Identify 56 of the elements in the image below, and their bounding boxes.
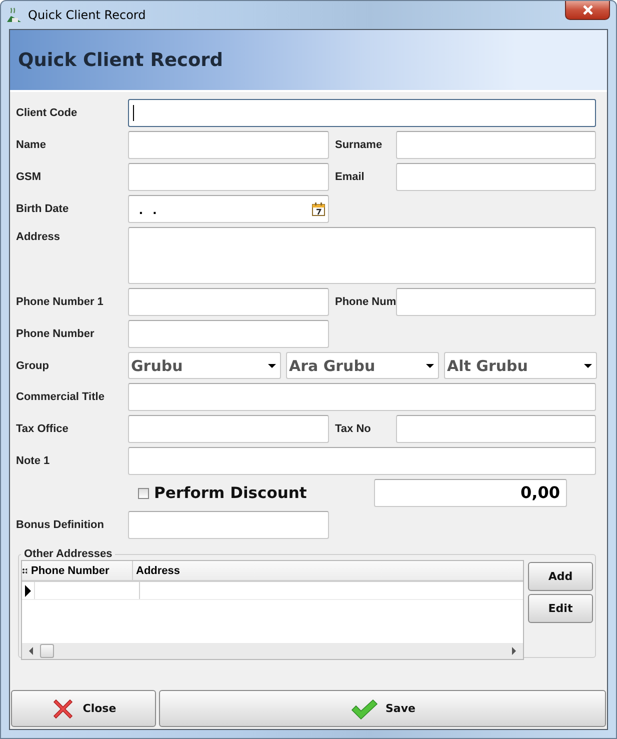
discount-checkbox[interactable]: Perform Discount	[138, 484, 368, 502]
column-header[interactable]: Phone Number	[28, 561, 133, 580]
field-label: Phone Num	[335, 296, 396, 308]
input-field[interactable]	[128, 320, 329, 348]
input-field[interactable]	[128, 415, 329, 443]
app-icon	[6, 7, 22, 23]
checkmark-icon	[350, 696, 378, 720]
field-label: Birth Date	[16, 203, 70, 215]
grid-button[interactable]: Edit	[528, 594, 593, 623]
input-field[interactable]	[128, 131, 329, 159]
group-title: Other Addresses	[23, 548, 114, 560]
input-field[interactable]	[128, 227, 596, 284]
input-field[interactable]	[128, 511, 329, 539]
field-label: Tax No	[335, 423, 372, 435]
field-label: Tax Office	[16, 423, 70, 435]
input-field[interactable]	[396, 163, 596, 191]
horizontal-scrollbar[interactable]	[22, 643, 523, 659]
field-label: Commercial Title	[16, 391, 106, 403]
input-field[interactable]	[128, 163, 329, 191]
close-button[interactable]: Close	[11, 690, 156, 727]
input-field[interactable]	[128, 383, 596, 411]
column-header[interactable]: Address	[133, 561, 180, 580]
input-field[interactable]	[396, 288, 596, 316]
input-field[interactable]	[128, 288, 329, 316]
field-label: Surname	[335, 139, 384, 151]
field-label: Client Code	[16, 107, 78, 119]
field-label: Phone Number 1	[16, 296, 104, 308]
close-icon	[582, 5, 594, 15]
form-title: Quick Client Record	[18, 50, 224, 70]
cross-icon	[50, 696, 75, 720]
input-field[interactable]	[396, 131, 596, 159]
dropdown[interactable]: Alt Grubu	[444, 352, 597, 379]
window-title: Quick Client Record	[28, 8, 146, 22]
date-field[interactable]: . .	[128, 195, 329, 223]
save-button[interactable]: Save	[159, 690, 606, 727]
field-label: Phone Number	[16, 328, 96, 340]
input-field[interactable]	[128, 99, 596, 127]
dropdown[interactable]: Ara Grubu	[286, 352, 439, 379]
grid-button[interactable]: Add	[528, 562, 593, 591]
calendar-icon[interactable]	[312, 202, 325, 216]
field-label: Bonus Definition	[16, 519, 105, 531]
amount-field[interactable]: 0,00	[374, 479, 567, 507]
field-label: Address	[16, 231, 62, 243]
input-field[interactable]	[396, 415, 596, 443]
field-label: Email	[335, 171, 366, 183]
field-label: Name	[16, 139, 47, 151]
input-field[interactable]	[128, 447, 596, 475]
scroll-right-icon[interactable]	[511, 647, 517, 655]
field-label: Group	[16, 360, 50, 372]
grip-icon	[22, 568, 28, 574]
field-label: GSM	[16, 171, 42, 183]
dropdown[interactable]: Grubu	[128, 352, 281, 379]
scroll-thumb[interactable]	[40, 644, 54, 658]
close-button[interactable]	[565, 1, 610, 20]
field-label: Note 1	[16, 455, 51, 467]
scroll-left-icon[interactable]	[28, 647, 34, 655]
